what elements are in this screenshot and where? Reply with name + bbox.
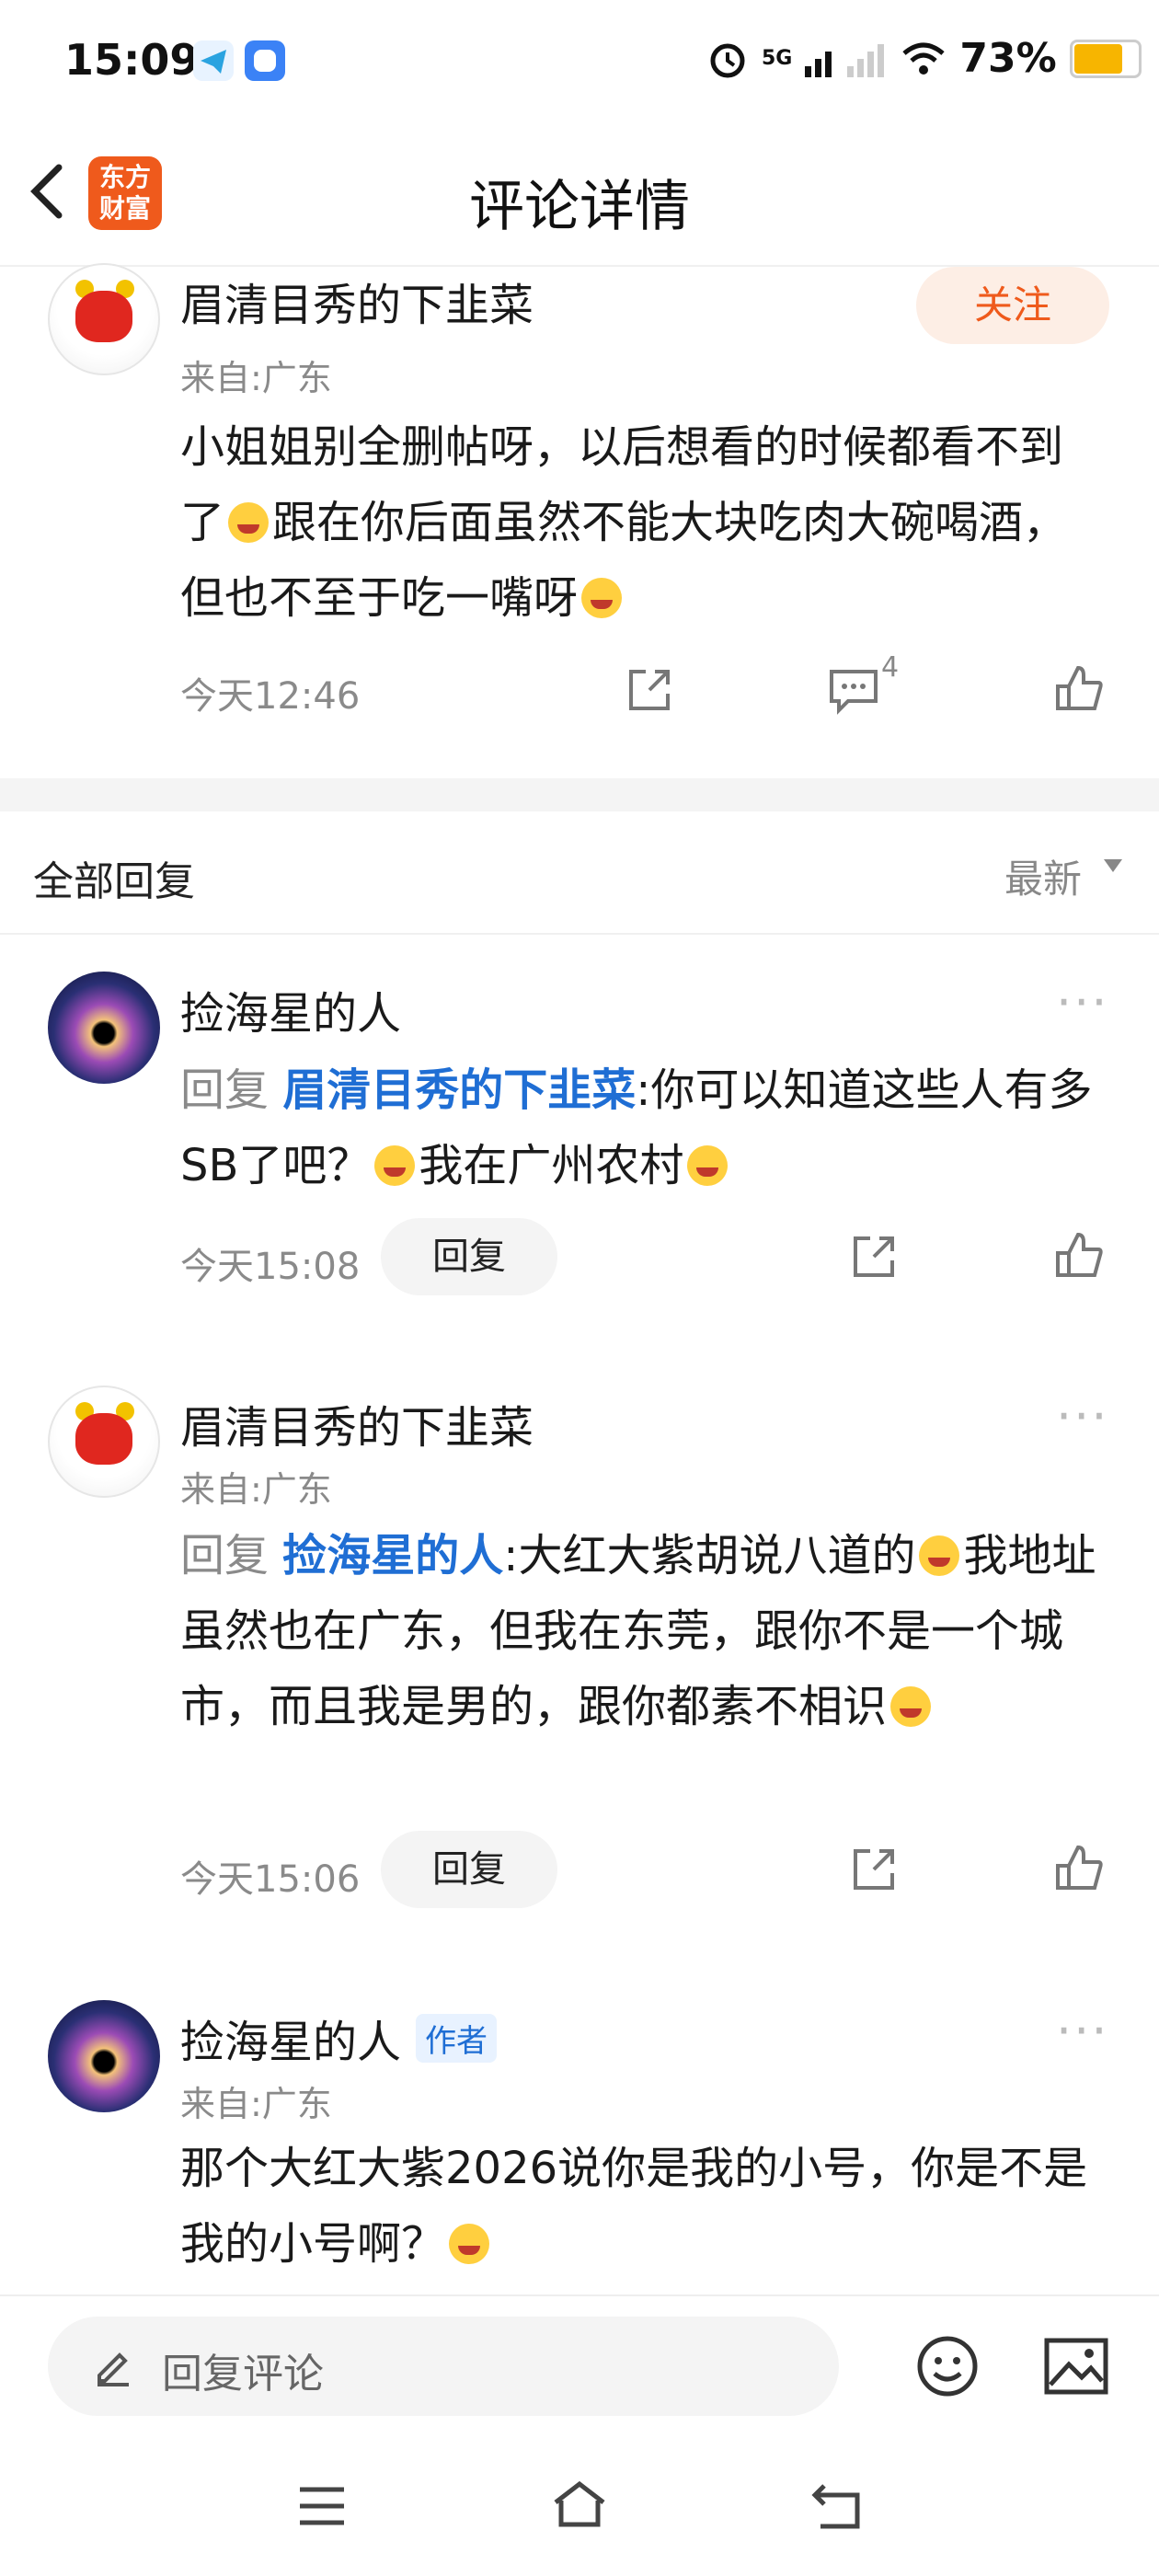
status-indicators: 5G 73% <box>706 35 1142 82</box>
reply-text: 那个大红大紫2026说你是我的小号，你是不是我的小号啊？ <box>180 2131 1109 2282</box>
comment-icon[interactable] <box>826 662 881 718</box>
more-options-icon[interactable]: ··· <box>1056 2002 1109 2060</box>
battery-fill <box>1073 43 1123 74</box>
reply-button[interactable]: 回复 <box>381 1831 557 1908</box>
reply-time: 今天15:06 <box>180 1858 361 1901</box>
comment-count: 4 <box>881 651 900 684</box>
home-icon[interactable] <box>550 2478 609 2534</box>
like-icon[interactable] <box>1052 1842 1107 1897</box>
author-badge: 作者 <box>416 2014 498 2063</box>
back-nav-icon[interactable] <box>811 2482 865 2534</box>
list-divider <box>0 933 1159 935</box>
avatar[interactable] <box>48 263 160 375</box>
reply-text-part2: 我在广州农村 <box>419 1140 684 1191</box>
app-notification-icon <box>245 40 285 81</box>
sad-emoji-icon <box>919 1535 960 1576</box>
mention-link[interactable]: 眉清目秀的下韭菜 <box>282 1064 636 1116</box>
avatar[interactable] <box>48 2000 160 2112</box>
share-icon[interactable] <box>846 1229 901 1284</box>
username[interactable]: 眉清目秀的下韭菜 <box>180 269 534 333</box>
username-text[interactable]: 捡海星的人 <box>180 2017 401 2068</box>
reply-button[interactable]: 回复 <box>381 1218 557 1295</box>
dropdown-arrow-icon[interactable] <box>1104 859 1122 872</box>
mention-link[interactable]: 捡海星的人 <box>282 1530 503 1581</box>
avatar[interactable] <box>48 972 160 1084</box>
comment-text: 小姐姐别全删帖呀，以后想看的时候都看不到了 跟在你后面虽然不能大块吃肉大碗喝酒，但… <box>180 409 1100 636</box>
section-gap <box>0 778 1159 811</box>
more-options-icon[interactable]: ··· <box>1056 973 1109 1031</box>
signal-icon <box>805 43 885 77</box>
more-options-icon[interactable]: ··· <box>1056 1387 1109 1445</box>
all-replies-title: 全部回复 <box>33 858 195 905</box>
emoji-button-icon[interactable] <box>914 2333 981 2403</box>
comment-text-part2: 跟在你后面虽然不能大块吃肉大碗喝酒，但也不至于吃一嘴呀 <box>180 497 1068 624</box>
smile-emoji-icon <box>581 578 623 618</box>
alarm-icon <box>710 43 745 77</box>
share-icon[interactable] <box>622 662 677 718</box>
laugh-emoji-icon <box>687 1145 729 1186</box>
like-icon[interactable] <box>1052 1229 1107 1284</box>
laugh-emoji-icon <box>449 2224 490 2264</box>
battery-icon <box>1069 39 1142 78</box>
location: 来自:广东 <box>180 358 332 398</box>
page-title: 评论详情 <box>469 175 690 239</box>
share-icon[interactable] <box>846 1842 901 1897</box>
reply-prefix: 回复 <box>180 1530 270 1581</box>
bottom-divider <box>0 2294 1159 2296</box>
like-icon[interactable] <box>1052 662 1107 718</box>
wifi-icon <box>902 42 946 75</box>
reply-text: 回复 捡海星的人:大红大紫胡说八道的 我地址虽然也在广东，但我在东莞，跟你不是一个… <box>180 1518 1109 1744</box>
laugh-emoji-icon <box>374 1145 416 1186</box>
avatar[interactable] <box>48 1386 160 1498</box>
status-time: 15:09 <box>64 35 200 85</box>
telegram-icon <box>193 40 234 81</box>
reply-text-part1: 那个大红大紫2026说你是我的小号，你是不是我的小号啊？ <box>180 2143 1088 2270</box>
edit-pencil-icon <box>90 2342 136 2392</box>
network-label: 5G <box>762 47 793 70</box>
battery-percent: 73% <box>959 35 1057 82</box>
username[interactable]: 捡海星的人 <box>180 977 401 1041</box>
blush-emoji-icon <box>228 502 270 543</box>
reply-text: 回复 眉清目秀的下韭菜:你可以知道这些人有多SB了吧？ 我在广州农村 <box>180 1052 1109 1203</box>
reply-prefix: 回复 <box>180 1064 270 1116</box>
follow-button[interactable]: 关注 <box>916 267 1109 344</box>
menu-icon[interactable] <box>296 2484 348 2532</box>
wink-tongue-emoji-icon <box>890 1686 932 1727</box>
location: 来自:广东 <box>180 1469 332 1510</box>
username[interactable]: 眉清目秀的下韭菜 <box>180 1391 534 1455</box>
reply-time: 今天15:08 <box>180 1246 361 1288</box>
comment-time: 今天12:46 <box>180 675 361 718</box>
reply-text-part1: :大红大紫胡说八道的 <box>503 1530 916 1581</box>
location: 来自:广东 <box>180 2084 332 2124</box>
sort-dropdown[interactable]: 最新 <box>1004 848 1082 904</box>
username[interactable]: 捡海星的人 作者 <box>180 2006 498 2070</box>
image-button-icon[interactable] <box>1043 2337 1109 2399</box>
reply-input-placeholder[interactable]: 回复评论 <box>162 2340 324 2399</box>
